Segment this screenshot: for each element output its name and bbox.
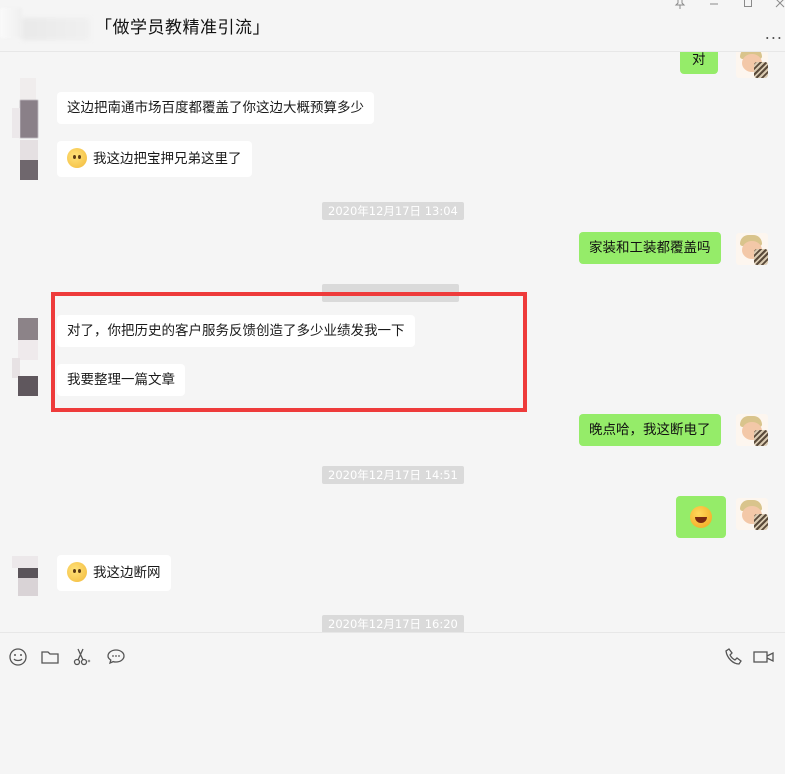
contact-avatar-blurred[interactable]	[12, 318, 40, 402]
emoji-icon[interactable]	[8, 647, 28, 667]
laughing-emoji-icon	[690, 506, 712, 528]
chat-header: 「做学员教精准引流」 ...	[0, 0, 785, 52]
message-bubble-other[interactable]: 这边把南通市场百度都覆盖了你这边大概预算多少	[57, 92, 374, 124]
message-timestamp: 2020年12月17日 16:20	[322, 615, 464, 632]
close-icon[interactable]	[772, 0, 785, 13]
video-icon[interactable]	[752, 647, 776, 667]
self-avatar[interactable]	[736, 498, 768, 530]
self-avatar[interactable]	[736, 233, 768, 265]
message-text: 我这边把宝押兄弟这里了	[93, 151, 242, 167]
self-avatar[interactable]	[736, 414, 768, 446]
contact-avatar-blurred[interactable]	[12, 78, 40, 180]
message-bubble-self[interactable]	[676, 496, 726, 538]
self-avatar[interactable]	[736, 52, 768, 78]
folder-icon[interactable]	[40, 647, 60, 667]
message-bubble-self[interactable]: 家装和工装都覆盖吗	[579, 232, 721, 264]
input-toolbar	[0, 632, 785, 774]
chat-bubble-icon[interactable]	[106, 647, 126, 667]
maximize-icon[interactable]	[740, 0, 756, 13]
contact-avatar-blurred[interactable]	[12, 548, 40, 600]
message-timestamp: 2020年12月17日 13:04	[322, 202, 464, 220]
message-list[interactable]: 对 这边把南通市场百度都覆盖了你这边大概预算多少 我这边把宝押兄弟这里了 202…	[0, 52, 785, 632]
scissors-icon[interactable]	[72, 647, 92, 667]
dizzy-emoji-icon	[67, 562, 87, 582]
phone-icon[interactable]	[724, 647, 744, 667]
message-bubble-other[interactable]: 我这边断网	[57, 555, 171, 591]
contact-avatar-blurred	[0, 8, 22, 38]
message-input[interactable]	[0, 677, 785, 774]
message-timestamp: 2020年12月17日 14:51	[322, 466, 464, 484]
chat-title: 「做学员教精准引流」	[95, 18, 270, 38]
message-bubble-self[interactable]: 对	[680, 52, 718, 74]
minimize-icon[interactable]	[706, 0, 722, 13]
message-bubble-other[interactable]: 我这边把宝押兄弟这里了	[57, 141, 252, 177]
more-options-button[interactable]: ...	[765, 24, 783, 43]
thinking-emoji-icon	[67, 148, 87, 168]
contact-name-blurred	[22, 18, 90, 40]
pin-icon[interactable]	[672, 0, 688, 13]
message-bubble-self[interactable]: 晚点哈，我这断电了	[579, 414, 721, 446]
message-text: 我这边断网	[93, 565, 161, 581]
highlight-annotation-box	[51, 292, 527, 412]
